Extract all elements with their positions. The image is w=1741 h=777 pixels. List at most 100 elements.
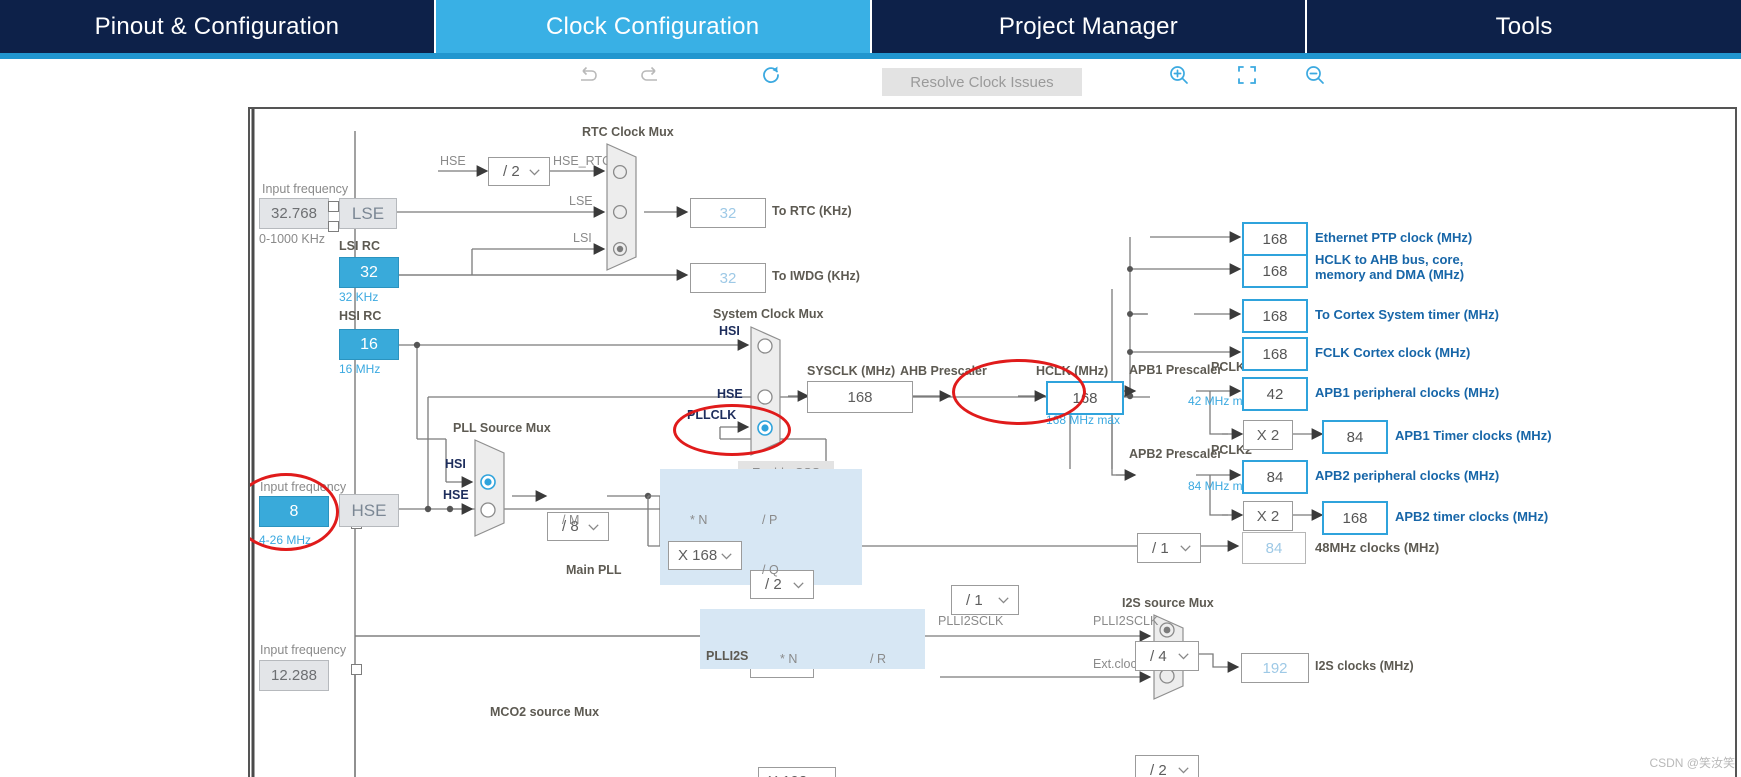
rtc-clock-mux-title: RTC Clock Mux <box>582 125 674 139</box>
tab-label: Project Manager <box>999 13 1178 41</box>
ahb-prescaler-dropdown[interactable]: / 1 <box>951 585 1019 615</box>
output-value-ethernet-ptp[interactable]: 168 <box>1242 222 1308 256</box>
pll-mux-input-label-hsi: HSI <box>445 457 466 471</box>
output-label-hclk-ahb: HCLK to AHB bus, core, memory and DMA (M… <box>1315 252 1505 282</box>
tab-tools[interactable]: Tools <box>1307 0 1741 53</box>
lse-pin-nub-top[interactable] <box>328 201 339 212</box>
redo-arrow-icon[interactable] <box>633 60 667 90</box>
to-iwdg-value: 32 <box>690 263 766 293</box>
tab-pinout-configuration[interactable]: Pinout & Configuration <box>0 0 436 53</box>
to-iwdg-label: To IWDG (KHz) <box>772 269 860 283</box>
pll-p-divider-dropdown[interactable]: / 2 <box>750 570 814 599</box>
lse-range-label: 0-1000 KHz <box>259 232 325 246</box>
hse-rtc-divider-value: / 2 <box>489 163 520 180</box>
pll-m-caption: / M <box>562 513 579 527</box>
tab-project-manager[interactable]: Project Manager <box>872 0 1308 53</box>
i2s-input-frequency-field[interactable]: 12.288 <box>259 660 329 691</box>
main-pll-title: Main PLL <box>566 563 622 577</box>
sys-mux-input-label-pllclk: PLLCLK <box>687 408 736 422</box>
output-value-apb2-timer[interactable]: 168 <box>1322 501 1388 535</box>
sys-mux-input-label-hsi: HSI <box>719 324 740 338</box>
output-value-apb2-peripheral[interactable]: 84 <box>1242 460 1308 494</box>
hse-rtc-divider-dropdown[interactable]: / 2 <box>488 157 550 186</box>
hclk-value-field[interactable]: 168 <box>1046 381 1124 415</box>
clock-tree-canvas[interactable]: Input frequency 32.768 0-1000 KHz LSE LS… <box>248 107 1737 777</box>
plli2s-n-caption: * N <box>780 652 797 666</box>
apb2-prescaler-title: APB2 Prescaler <box>1129 447 1222 461</box>
apb1-prescaler-dropdown[interactable]: / 4 <box>1135 641 1199 671</box>
output-label-cortex-systimer: To Cortex System timer (MHz) <box>1315 307 1545 322</box>
pll-mux-radio-hse[interactable] <box>479 501 497 524</box>
sys-mux-radio-hsi[interactable] <box>756 337 774 360</box>
lse-block[interactable]: LSE <box>339 198 397 229</box>
pll-n-value: X 168 <box>669 547 717 564</box>
hclk-max-label: 168 MHz max <box>1046 413 1120 427</box>
output-label-apb1-peripheral: APB1 peripheral clocks (MHz) <box>1315 385 1545 400</box>
ahb-prescaler-title: AHB Prescaler <box>900 364 987 378</box>
chevron-down-icon <box>1178 653 1189 660</box>
pll-n-caption: * N <box>690 513 707 527</box>
output-value-hclk-ahb[interactable]: 168 <box>1242 254 1308 288</box>
tab-label: Pinout & Configuration <box>95 13 340 41</box>
undo-arrow-icon[interactable] <box>571 60 605 90</box>
output-label-ethernet-ptp: Ethernet PTP clock (MHz) <box>1315 230 1530 245</box>
hsi-value-field[interactable]: 16 <box>339 329 399 360</box>
pll-mux-input-label-hse: HSE <box>443 488 469 502</box>
sys-mux-radio-pllclk-selected[interactable] <box>756 419 774 442</box>
output-value-cortex-systimer[interactable]: 168 <box>1242 299 1308 333</box>
rtc-mux-radio-lsi-selected[interactable] <box>612 241 628 262</box>
pll-source-mux-title: PLL Source Mux <box>453 421 551 435</box>
to-rtc-value: 32 <box>690 198 766 228</box>
pll-mux-radio-hsi-selected[interactable] <box>479 473 497 496</box>
plli2s-title: PLLI2S <box>706 649 748 663</box>
output-value-fclk-cortex[interactable]: 168 <box>1242 337 1308 371</box>
chevron-down-icon <box>1178 767 1189 774</box>
hclk-title: HCLK (MHz) <box>1036 364 1108 378</box>
pll-q-caption: / Q <box>762 563 779 577</box>
refresh-circular-arrow-icon[interactable] <box>754 60 788 90</box>
sysclk-title: SYSCLK (MHz) <box>807 364 895 378</box>
lse-input-frequency-label: Input frequency <box>262 182 348 196</box>
i2s-mux-input-label-plli2sclk: PLLI2SCLK <box>1093 614 1158 628</box>
hse-input-frequency-field[interactable]: 8 <box>259 496 329 527</box>
hse-rtc-out-label: HSE_RTC <box>553 154 611 168</box>
main-tab-bar: Pinout & Configuration Clock Configurati… <box>0 0 1741 53</box>
zoom-out-icon[interactable] <box>1298 60 1332 90</box>
output-label-48mhz: 48MHz clocks (MHz) <box>1315 540 1530 555</box>
rtc-mux-radio-lse[interactable] <box>612 204 628 225</box>
to-rtc-label: To RTC (KHz) <box>772 204 852 218</box>
cortex-systimer-divider-dropdown[interactable]: / 1 <box>1137 533 1201 563</box>
rtc-mux-input-label-lse: LSE <box>569 194 593 208</box>
lsi-value-field[interactable]: 32 <box>339 257 399 288</box>
output-value-apb1-peripheral[interactable]: 42 <box>1242 377 1308 411</box>
hsi-rc-title: HSI RC <box>339 309 381 323</box>
hsi-unit-label: 16 MHz <box>339 362 380 376</box>
i2s-input-frequency-label: Input frequency <box>260 643 346 657</box>
hse-block[interactable]: HSE <box>339 494 399 527</box>
sys-mux-radio-hse[interactable] <box>756 388 774 411</box>
fit-to-screen-icon[interactable] <box>1230 60 1264 90</box>
lse-pin-nub-bottom[interactable] <box>328 221 339 232</box>
lsi-rc-title: LSI RC <box>339 239 380 253</box>
rtc-mux-radio-hse-rtc[interactable] <box>612 164 628 185</box>
rtc-mux-input-label-lsi: LSI <box>573 231 592 245</box>
plli2s-n-multiplier-dropdown[interactable]: X 192 <box>758 767 836 777</box>
output-label-apb2-timer: APB2 timer clocks (MHz) <box>1395 509 1610 524</box>
resolve-clock-issues-button[interactable]: Resolve Clock Issues <box>882 68 1082 96</box>
i2s-source-mux-title: I2S source Mux <box>1122 596 1214 610</box>
chevron-down-icon <box>1180 545 1191 552</box>
chevron-down-icon <box>998 597 1009 604</box>
i2s-pin-nub[interactable] <box>351 664 362 675</box>
pll-p-caption: / P <box>762 513 777 527</box>
pll-n-multiplier-dropdown[interactable]: X 168 <box>668 541 742 570</box>
output-value-apb1-timer[interactable]: 84 <box>1322 420 1388 454</box>
zoom-in-icon[interactable] <box>1162 60 1196 90</box>
watermark-text: CSDN @笑汝笑 <box>1649 754 1735 771</box>
apb2-prescaler-dropdown[interactable]: / 2 <box>1135 755 1199 777</box>
output-value-48mhz: 84 <box>1242 532 1306 564</box>
output-label-apb2-peripheral: APB2 peripheral clocks (MHz) <box>1315 468 1545 483</box>
tab-clock-configuration[interactable]: Clock Configuration <box>436 0 872 53</box>
sys-mux-input-label-hse: HSE <box>717 387 743 401</box>
hse-input-frequency-label: Input frequency <box>260 480 346 494</box>
lse-input-frequency-field[interactable]: 32.768 <box>259 198 329 229</box>
